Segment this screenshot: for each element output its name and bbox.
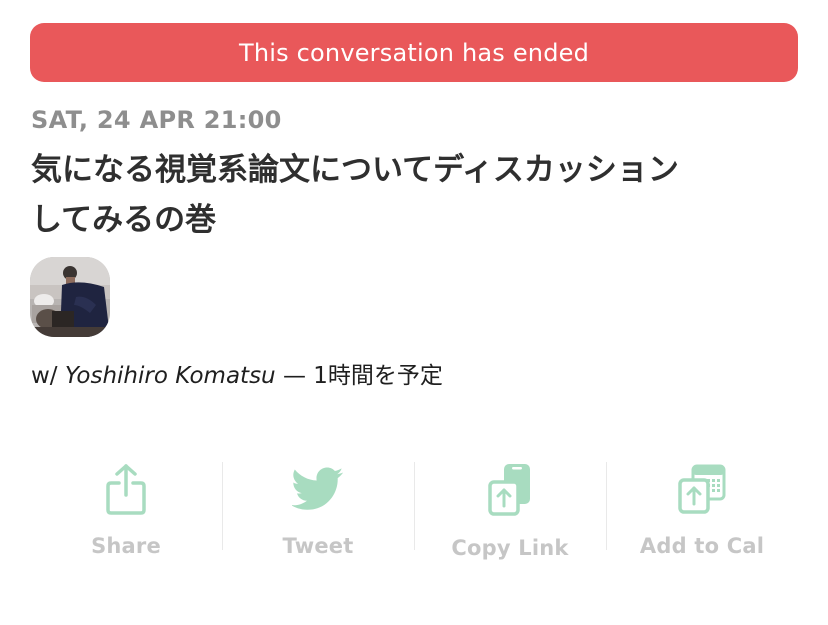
event-title: 気になる視覚系論文についてディスカッションしてみるの巻 (31, 152, 679, 238)
copy-link-button[interactable]: Copy Link (414, 458, 606, 560)
copy-link-icon (482, 462, 538, 518)
event-detail-page: This conversation has ended SAT, 24 APR … (0, 0, 828, 625)
share-icon (98, 462, 154, 516)
twitter-bird-icon (290, 462, 346, 516)
conversation-ended-banner: This conversation has ended (30, 23, 798, 82)
duration-text: — 1時間を予定 (275, 363, 443, 389)
host-avatar-photo (30, 257, 110, 337)
action-bar: Share Tweet Copy Link Add to Cal (30, 458, 798, 560)
share-label: Share (91, 534, 161, 558)
banner-text: This conversation has ended (238, 38, 590, 67)
host-line: w/ Yoshihiro Komatsu — 1時間を予定 (31, 356, 443, 390)
event-date: SAT, 24 APR 21:00 (31, 106, 282, 134)
add-to-calendar-label: Add to Cal (639, 534, 765, 558)
host-avatar[interactable] (30, 257, 110, 337)
host-name[interactable]: Yoshihiro Komatsu (65, 363, 276, 389)
host-prefix: w/ (31, 363, 65, 389)
calendar-add-icon (674, 462, 730, 516)
tweet-button[interactable]: Tweet (222, 458, 414, 558)
copy-link-label: Copy Link (451, 536, 569, 560)
share-button[interactable]: Share (30, 458, 222, 558)
add-to-calendar-button[interactable]: Add to Cal (606, 458, 798, 558)
tweet-label: Tweet (282, 534, 354, 558)
